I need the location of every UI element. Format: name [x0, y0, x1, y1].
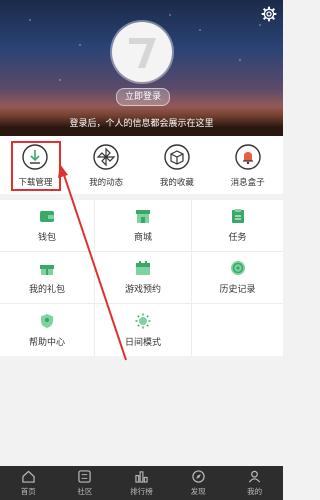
nav-discover[interactable]: 发现: [170, 466, 227, 500]
calendar-icon: [136, 261, 150, 275]
grid-item-reservation[interactable]: 游戏预约: [95, 252, 192, 304]
nav-home[interactable]: 首页: [0, 466, 57, 500]
grid-empty-cell: [192, 304, 283, 356]
grid-item-help[interactable]: 帮助中心: [0, 304, 95, 356]
gift-icon: [40, 265, 54, 275]
grid-item-label: 任务: [228, 233, 247, 243]
quick-action-label: 我的动态: [89, 178, 124, 188]
nav-label: 发现: [190, 487, 206, 496]
profile-header: 立即登录 登录后，个人的信息都会展示在这里: [0, 0, 283, 136]
quick-action-label: 消息盒子: [230, 178, 265, 188]
grid-item-label: 我的礼包: [28, 285, 65, 295]
nav-label: 我的: [247, 487, 263, 496]
grid-item-label: 历史记录: [219, 285, 256, 295]
discover-icon: [191, 470, 205, 483]
sun-icon: [135, 313, 151, 328]
grid-item-history[interactable]: 历史记录: [192, 252, 283, 304]
my-favorites-button[interactable]: 我的收藏: [142, 136, 213, 194]
grid-item-gift[interactable]: 我的礼包: [0, 252, 95, 304]
login-button[interactable]: 立即登录: [116, 88, 170, 106]
nav-community[interactable]: 社区: [57, 466, 114, 500]
grid-item-label: 帮助中心: [28, 337, 65, 348]
bottom-nav: 首页 社区 排行榜 发现 我的: [0, 466, 283, 500]
quick-action-label: 我的收藏: [159, 178, 194, 188]
nav-profile[interactable]: 我的: [226, 466, 283, 500]
nav-label: 排行榜: [130, 487, 153, 496]
home-icon: [22, 470, 35, 483]
shop-icon: [136, 210, 150, 223]
box-icon: [164, 144, 190, 170]
grid-item-tasks[interactable]: 任务: [192, 200, 283, 252]
avatar[interactable]: [112, 22, 172, 82]
grid-item-label: 游戏预约: [124, 285, 161, 295]
profile-icon: [249, 470, 261, 483]
community-icon: [78, 470, 92, 483]
my-activity-button[interactable]: 我的动态: [71, 136, 142, 194]
grid-item-label: 日间模式: [124, 337, 161, 348]
ranking-icon: [135, 471, 148, 483]
bell-icon: [234, 144, 261, 170]
settings-gear-icon[interactable]: [261, 6, 277, 22]
feature-grid: 钱包 商城 任务 我的礼包 游戏预约 历史记录 帮助中心 日间模式: [0, 200, 283, 356]
grid-item-shop[interactable]: 商城: [95, 200, 192, 252]
grid-item-label: 钱包: [37, 233, 56, 243]
history-icon: [230, 261, 245, 275]
app-logo-icon: [129, 38, 156, 68]
nav-label: 社区: [77, 487, 93, 496]
nav-ranking[interactable]: 排行榜: [113, 466, 170, 500]
grid-item-wallet[interactable]: 钱包: [0, 200, 95, 252]
shield-icon: [41, 313, 53, 328]
wallet-icon: [40, 211, 54, 222]
message-box-button[interactable]: 消息盒子: [212, 136, 283, 194]
login-hint-text: 登录后，个人的信息都会展示在这里: [69, 119, 214, 129]
clipboard-icon: [231, 209, 244, 223]
grid-item-day-mode[interactable]: 日间模式: [95, 304, 192, 356]
highlight-box: [11, 141, 61, 191]
nav-label: 首页: [20, 487, 36, 496]
grid-item-label: 商城: [133, 233, 152, 243]
pinwheel-icon: [93, 144, 119, 170]
